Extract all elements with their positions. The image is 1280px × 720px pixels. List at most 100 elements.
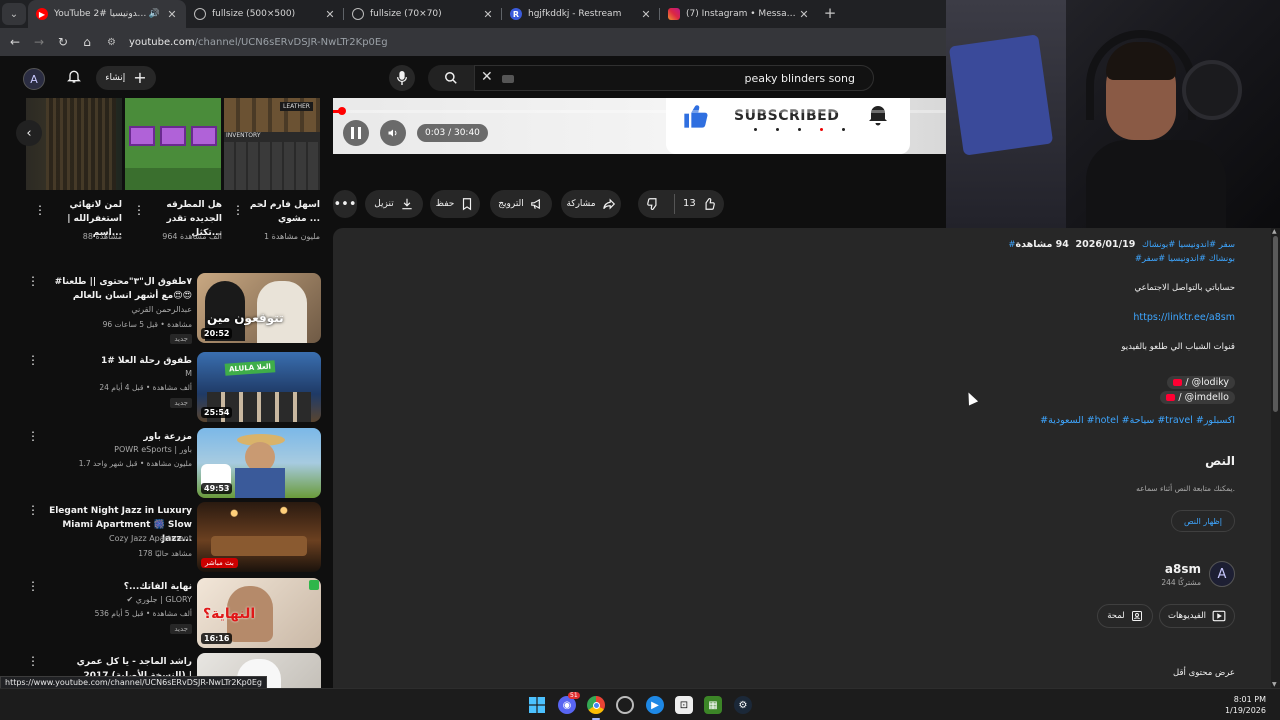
address-bar[interactable]: ⚙ youtube.com/channel/UCN6sERvDSJR-NwLTr… (107, 31, 946, 53)
more-options-icon[interactable]: ⋮ (27, 275, 39, 287)
more-actions-button[interactable]: ••• (333, 190, 357, 218)
more-options-icon[interactable]: ⋮ (133, 204, 145, 216)
shelf-prev-button[interactable]: ‹ (16, 120, 42, 146)
download-button[interactable]: تنزيل (365, 190, 423, 218)
recommendation-item[interactable]: ALULA العلا 25:54 طفوق رحلة العلا #1 M 2… (0, 352, 330, 424)
shelf-item-title[interactable]: اسهل فارم لحم مشوي ... (240, 198, 320, 226)
shelf-thumbnail[interactable] (125, 98, 221, 190)
progress-bar[interactable] (333, 107, 946, 115)
shelf-thumbnail[interactable] (26, 98, 122, 190)
progress-scrubber[interactable] (337, 107, 346, 115)
video-thumbnail[interactable]: تتوقعون مين 20:52 (197, 273, 321, 343)
video-title[interactable]: نهاية الفاتك...؟ (42, 580, 192, 594)
more-options-icon[interactable]: ⋮ (27, 354, 39, 366)
channel-avatar[interactable]: A (1209, 561, 1235, 587)
account-avatar[interactable]: A (23, 68, 45, 90)
channel-name[interactable]: عبدالرحمن القرني (42, 305, 192, 314)
more-options-icon[interactable]: ⋮ (27, 655, 39, 667)
shelf-item-meta: 1 مليون مشاهدة (263, 232, 320, 241)
show-transcript-button[interactable]: إظهار النص (1171, 510, 1235, 532)
chrome-icon[interactable] (587, 696, 605, 720)
share-button[interactable]: مشاركة (561, 190, 621, 218)
notifications-bell-icon[interactable] (66, 68, 82, 88)
recommendation-item[interactable]: 49:53 مزرعة باور POWR eSports | باور 1.7… (0, 428, 330, 500)
home-icon[interactable]: ⌂ (75, 35, 99, 49)
browser-tab-youtube[interactable]: ▶ YouTube طفوق اندونيسيا #2 🔊 ✕ (28, 0, 186, 28)
about-button[interactable]: لمحة (1097, 604, 1153, 628)
recommendation-item[interactable]: بث مباشر Elegant Night Jazz in Luxury Mi… (0, 502, 330, 574)
speaker-icon[interactable]: 🔊 (149, 9, 160, 19)
related-shelf: ‹ LEATHER INVENTORY اسهل فارم لحم مشوي .… (0, 98, 330, 248)
video-title[interactable]: #٧طفوق ال"٣"محتوى || طلعنا مع أشهر انسان… (42, 275, 192, 303)
more-options-icon[interactable]: ⋮ (27, 504, 39, 516)
videos-button[interactable]: الفيديوهات (1159, 604, 1235, 628)
clear-search-icon[interactable]: ✕ (481, 69, 493, 85)
page-scrollbar[interactable]: ▲ ▼ (1271, 228, 1280, 688)
hashtags-bottom[interactable]: #السعودية #hotel #سياحة #travel #اكسبلور (1040, 415, 1235, 426)
video-meta: #سفر #اندونيسيا #بونشاك 2026/01/19 94 مش… (1008, 239, 1235, 250)
hashtags-line[interactable]: #بونشاك #اندونيسيا #سفر (1135, 254, 1235, 264)
channel-name[interactable]: Cozy Jazz Apartment (42, 534, 192, 543)
video-thumbnail[interactable]: ALULA العلا 25:54 (197, 352, 321, 422)
steam-icon[interactable]: ⚙ (734, 696, 752, 714)
forward-icon[interactable]: → (27, 35, 51, 49)
channel-name[interactable]: POWR eSports | باور (42, 445, 192, 454)
video-title[interactable]: طفوق رحلة العلا #1 (42, 354, 192, 368)
save-button[interactable]: حفظ (430, 190, 480, 218)
promote-button[interactable]: الترويج (490, 190, 552, 218)
description-panel[interactable]: #سفر #اندونيسيا #بونشاك 2026/01/19 94 مش… (333, 228, 1271, 688)
more-options-icon[interactable]: ⋮ (232, 204, 244, 216)
video-title[interactable]: مزرعة باور (42, 430, 192, 444)
show-less-link[interactable]: عرض محتوى أقل (1173, 668, 1235, 678)
linktree-link[interactable]: https://linktr.ee/a8sm (1133, 312, 1235, 323)
scrollbar-thumb[interactable] (1273, 236, 1278, 412)
close-tab-icon[interactable]: ✕ (640, 8, 652, 21)
voice-search-button[interactable] (389, 65, 415, 91)
browser-tab-fullsize-500[interactable]: fullsize (500×500) ✕ (186, 0, 344, 28)
system-clock[interactable]: 8:01 PM 1/19/2026 (1225, 694, 1266, 716)
windows-start-icon[interactable] (528, 696, 546, 714)
scroll-down-icon[interactable]: ▼ (1272, 681, 1277, 688)
app-icon[interactable]: ▶ (646, 696, 664, 714)
obs-icon[interactable] (616, 696, 634, 714)
new-tab-button[interactable]: + (818, 4, 842, 22)
close-tab-icon[interactable]: ✕ (166, 8, 178, 21)
search-button[interactable] (428, 65, 474, 91)
reload-icon[interactable]: ↻ (51, 35, 75, 49)
browser-tab-restream[interactable]: R hgjfkddkj - Restream ✕ (502, 0, 660, 28)
browser-tab-instagram[interactable]: (7) Instagram • Messages ✕ (660, 0, 818, 28)
pause-button[interactable] (343, 120, 369, 146)
minecraft-icon[interactable]: ▦ (704, 696, 722, 714)
video-thumbnail[interactable]: النهاية؟ 16:16 (197, 578, 321, 648)
capcut-icon[interactable]: ⊡ (675, 696, 693, 714)
search-input[interactable]: ✕ peaky blinders song (474, 65, 874, 91)
close-tab-icon[interactable]: ✕ (482, 8, 494, 21)
more-options-icon[interactable]: ⋮ (27, 580, 39, 592)
tab-search-button[interactable]: ⌄ (2, 3, 26, 25)
shelf-thumbnail[interactable]: LEATHER INVENTORY (224, 98, 320, 190)
like-button[interactable] (702, 197, 716, 214)
dislike-button[interactable] (646, 197, 660, 214)
recommendation-item[interactable]: تتوقعون مين 20:52 #٧طفوق ال"٣"محتوى || ط… (0, 273, 330, 345)
video-thumbnail[interactable]: بث مباشر (197, 502, 321, 572)
close-tab-icon[interactable]: ✕ (798, 8, 810, 21)
site-info-icon[interactable]: ⚙ (107, 37, 125, 48)
scroll-up-icon[interactable]: ▲ (1272, 228, 1277, 235)
create-button[interactable]: إنشاء + (96, 66, 156, 90)
recommendation-item[interactable]: النهاية؟ 16:16 نهاية الفاتك...؟ ✔ جلوري … (0, 578, 330, 650)
channel-name[interactable]: ✔ جلوري | GLORY (42, 595, 193, 604)
channel-name[interactable]: M (42, 369, 192, 378)
mention-imdello[interactable]: / @imdello (1160, 391, 1235, 404)
video-player[interactable]: SUBSCRIBED 0:03 / 30:40 (333, 98, 946, 154)
microphone (1182, 60, 1242, 120)
browser-tab-fullsize-70[interactable]: fullsize (70×70) ✕ (344, 0, 502, 28)
back-icon[interactable]: ← (3, 35, 27, 49)
channel-title[interactable]: a8sm (1165, 562, 1201, 576)
keyboard-icon[interactable] (502, 75, 514, 83)
video-thumbnail[interactable]: 49:53 (197, 428, 321, 498)
discord-icon[interactable]: ◉ 51 (558, 692, 580, 714)
volume-button[interactable] (380, 120, 406, 146)
close-tab-icon[interactable]: ✕ (324, 8, 336, 21)
more-options-icon[interactable]: ⋮ (34, 204, 46, 216)
more-options-icon[interactable]: ⋮ (27, 430, 39, 442)
